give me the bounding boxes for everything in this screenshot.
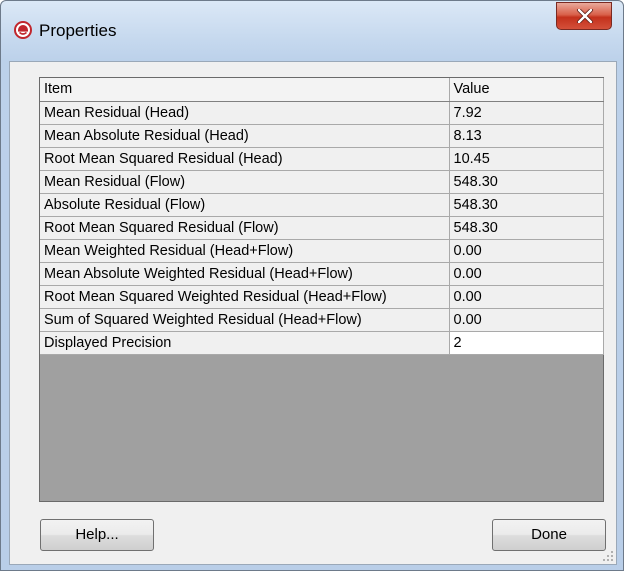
value-cell: 7.92 <box>449 101 604 125</box>
item-cell: Mean Residual (Flow) <box>40 170 450 194</box>
item-cell: Mean Absolute Weighted Residual (Head+Fl… <box>40 262 450 286</box>
window-title: Properties <box>39 21 117 40</box>
item-cell: Displayed Precision <box>40 331 450 355</box>
value-cell: 548.30 <box>449 193 604 217</box>
column-header-value[interactable]: Value <box>449 78 604 102</box>
table-row-displayed-precision[interactable]: Displayed Precision 2 <box>40 331 604 355</box>
item-cell: Mean Weighted Residual (Head+Flow) <box>40 239 450 263</box>
value-cell: 8.13 <box>449 124 604 148</box>
properties-dialog: Properties Item Value Mean Residual (Hea… <box>0 0 624 571</box>
table-row[interactable]: Mean Residual (Head) 7.92 <box>40 101 604 125</box>
item-cell: Root Mean Squared Residual (Head) <box>40 147 450 171</box>
value-cell: 0.00 <box>449 285 604 309</box>
displayed-precision-input[interactable]: 2 <box>449 331 604 355</box>
dialog-body: Item Value Mean Residual (Head) 7.92 Mea… <box>9 61 617 565</box>
item-cell: Root Mean Squared Weighted Residual (Hea… <box>40 285 450 309</box>
column-header-item[interactable]: Item <box>40 78 450 102</box>
item-cell: Mean Residual (Head) <box>40 101 450 125</box>
item-cell: Sum of Squared Weighted Residual (Head+F… <box>40 308 450 332</box>
value-cell: 0.00 <box>449 262 604 286</box>
properties-app-icon <box>14 21 32 39</box>
properties-grid: Item Value Mean Residual (Head) 7.92 Mea… <box>39 77 604 502</box>
done-button[interactable]: Done <box>492 519 606 551</box>
table-header-row: Item Value <box>40 78 604 102</box>
value-cell: 0.00 <box>449 308 604 332</box>
table-row[interactable]: Mean Absolute Residual (Head) 8.13 <box>40 124 604 148</box>
close-button[interactable] <box>556 2 612 30</box>
table-row[interactable]: Mean Residual (Flow) 548.30 <box>40 170 604 194</box>
table-row[interactable]: Mean Absolute Weighted Residual (Head+Fl… <box>40 262 604 286</box>
table-row[interactable]: Sum of Squared Weighted Residual (Head+F… <box>40 308 604 332</box>
item-cell: Absolute Residual (Flow) <box>40 193 450 217</box>
resize-grip-icon[interactable] <box>602 550 614 562</box>
table-row[interactable]: Absolute Residual (Flow) 548.30 <box>40 193 604 217</box>
close-x-icon <box>577 9 593 23</box>
value-cell: 548.30 <box>449 170 604 194</box>
value-cell: 548.30 <box>449 216 604 240</box>
properties-table: Item Value Mean Residual (Head) 7.92 Mea… <box>40 78 604 355</box>
table-row[interactable]: Root Mean Squared Weighted Residual (Hea… <box>40 285 604 309</box>
value-cell: 10.45 <box>449 147 604 171</box>
help-button[interactable]: Help... <box>40 519 154 551</box>
table-row[interactable]: Root Mean Squared Residual (Flow) 548.30 <box>40 216 604 240</box>
table-row[interactable]: Root Mean Squared Residual (Head) 10.45 <box>40 147 604 171</box>
value-cell: 0.00 <box>449 239 604 263</box>
title-bar[interactable]: Properties <box>1 1 623 53</box>
item-cell: Mean Absolute Residual (Head) <box>40 124 450 148</box>
item-cell: Root Mean Squared Residual (Flow) <box>40 216 450 240</box>
table-row[interactable]: Mean Weighted Residual (Head+Flow) 0.00 <box>40 239 604 263</box>
